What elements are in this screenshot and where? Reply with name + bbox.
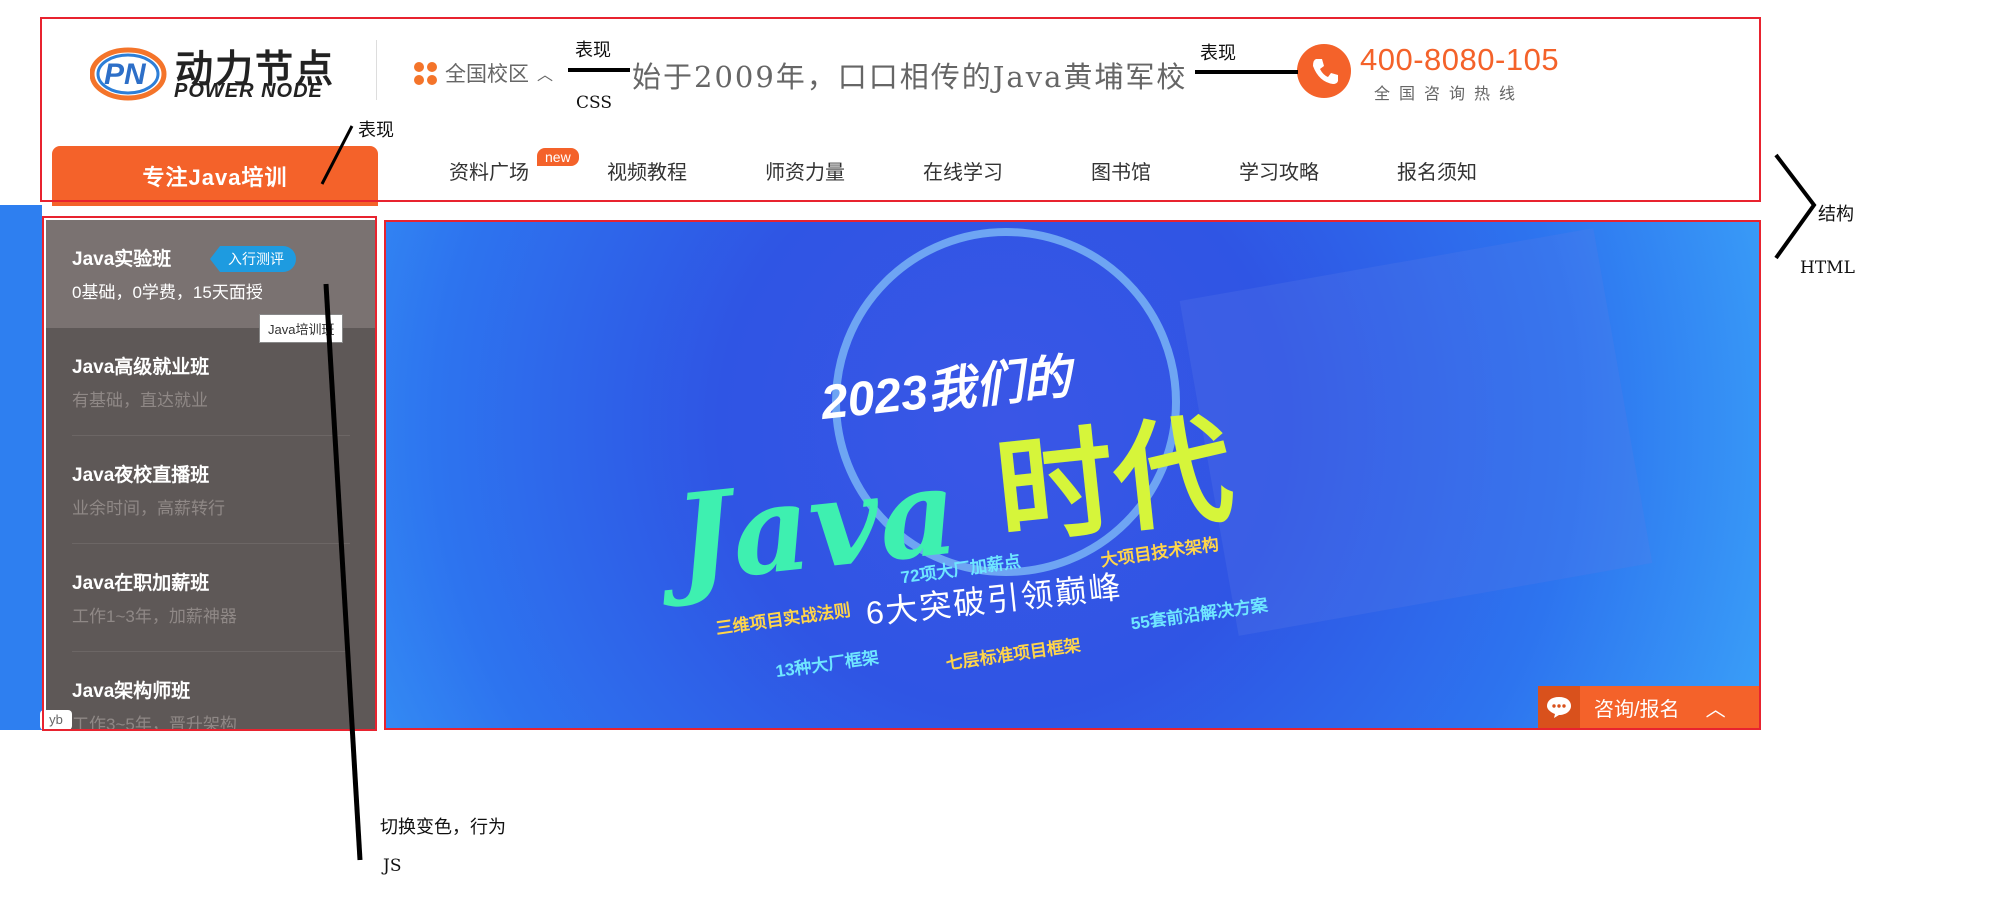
annotation-css: CSS [576,93,613,113]
annotation-performance: 表现 [358,120,394,141]
annotation-structure: 结构 [1818,204,1854,225]
annotation-performance: 表现 [575,40,611,61]
annotation-lines [320,68,1817,861]
annotation-behavior: 切换变色，行为 [380,817,506,838]
annotation-html: HTML [1800,258,1855,278]
annotation-js: JS [383,856,402,876]
annotation-performance: 表现 [1200,43,1236,64]
